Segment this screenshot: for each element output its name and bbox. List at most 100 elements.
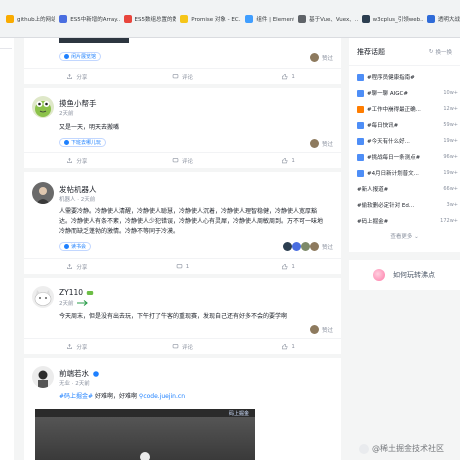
bookmark-github[interactable]: github上的网站	[3, 12, 55, 26]
post-time: 2天前	[59, 301, 74, 307]
bookmark-es5-array[interactable]: ES5中新增的Array...	[56, 12, 120, 26]
bookmark-promise[interactable]: Promise 对象 - EC...	[177, 12, 241, 26]
share-icon	[67, 343, 73, 349]
comment-icon	[176, 264, 183, 269]
like-button[interactable]: 1	[235, 259, 341, 274]
post-meta: 无业 · 2天前	[59, 381, 90, 387]
liked-by[interactable]: 赞过	[282, 242, 333, 251]
avatar	[309, 53, 319, 62]
hot-topic-item[interactable]: #聊一聊 AIGC# 10w+	[357, 88, 458, 98]
topic-icon	[357, 105, 364, 113]
hot-topic-item[interactable]: #新人报道# 66w+	[357, 184, 458, 194]
bookmark-vue[interactable]: 基于Vue、Vuex、...	[295, 12, 358, 26]
topic-icon	[357, 73, 364, 81]
watermark: @稀土掘金技术社区	[359, 443, 444, 454]
robot-avatar-icon	[36, 187, 50, 204]
post-content: 人需要冷静。冷静使人清醒，冷静使人聪慧，冷静使人沉着，冷静使人理智稳健，冷静使人…	[59, 208, 324, 235]
video-preview[interactable]: 码上掘金	[35, 409, 255, 460]
bookmark-icon	[59, 14, 68, 23]
post-actions: 分享 评论 1	[24, 338, 341, 354]
hot-topic-item[interactable]: #每日快讯# 59w+	[357, 120, 458, 130]
hot-topic-item[interactable]: #码上掘金# 172w+	[357, 216, 458, 226]
tag-icon	[64, 54, 69, 59]
hot-topic-item[interactable]: #程序员健康指南#	[357, 72, 458, 82]
author-name[interactable]: 摸鱼小帮手	[59, 98, 97, 109]
character-avatar-icon	[38, 370, 48, 388]
topic-icon	[357, 89, 364, 97]
divider	[0, 48, 12, 49]
avatar[interactable]	[32, 366, 54, 388]
topic-tag[interactable]: 闲片展览馆	[59, 52, 102, 61]
site-icon	[180, 14, 189, 23]
video-logo: 码上掘金	[228, 411, 249, 417]
post-actions: 分享 评论 1	[24, 68, 341, 84]
hot-topic-item[interactable]: #4月日新计划普文... 19w+	[357, 168, 458, 178]
author-name[interactable]: 前端若水	[59, 368, 89, 379]
share-button[interactable]: 分享	[24, 259, 130, 274]
hot-topic-item[interactable]: #今天有什么好... 19w+	[357, 136, 458, 146]
like-button[interactable]: 1	[235, 153, 341, 168]
thumbs-up-icon	[282, 344, 288, 350]
comment-icon	[172, 158, 179, 163]
hot-topic-item[interactable]: #挑战每日一条测点# 96w+	[357, 152, 458, 162]
rabbit-icon	[373, 269, 385, 281]
site-icon	[426, 14, 435, 23]
topic-tag[interactable]: 读书会	[59, 242, 92, 251]
folder-icon	[6, 14, 14, 23]
refresh-button[interactable]: ↻ 换一换	[429, 48, 452, 56]
avatar	[300, 242, 310, 251]
share-button[interactable]: 分享	[24, 153, 130, 168]
avatar	[282, 242, 292, 251]
bookmarks-bar: github上的网站 ES5中新增的Array... ES5数组总置的数 Pro…	[0, 0, 460, 38]
hot-topics-panel: 推荐话题 ↻ 换一换 #程序员健康指南# #聊一聊 AIGC# 10w+ #工作中崩…	[349, 38, 460, 252]
like-button[interactable]: 1	[235, 339, 341, 354]
avatar[interactable]	[32, 286, 54, 308]
author-name[interactable]: ZY110	[59, 288, 83, 297]
share-button[interactable]: 分享	[24, 339, 130, 354]
topic-link[interactable]: #码上掘金#	[59, 393, 93, 400]
topic-icon	[357, 121, 364, 129]
like-button[interactable]: 1	[235, 69, 341, 84]
site-icon	[361, 14, 370, 23]
comment-button[interactable]: 评论	[130, 69, 236, 84]
share-button[interactable]: 分享	[24, 69, 130, 84]
avatar	[291, 242, 301, 251]
avatar[interactable]	[32, 96, 54, 118]
thumbs-up-icon	[282, 74, 288, 80]
tag-icon	[64, 244, 69, 249]
liked-by[interactable]: 赞过	[309, 53, 333, 62]
post-image-strip	[59, 38, 129, 43]
topic-tag[interactable]: 下班去哪儿玩	[59, 138, 107, 147]
avatar[interactable]	[32, 182, 54, 204]
bookmark-w3cplus[interactable]: w3cplus_引领web...	[359, 12, 423, 26]
avatar	[309, 139, 319, 148]
share-icon	[67, 73, 73, 79]
thumbs-up-icon	[282, 158, 288, 164]
post-time: 2天前	[59, 111, 74, 117]
site-icon	[245, 14, 254, 23]
hot-topic-item[interactable]: #工作中崩得最正确... 12w+	[357, 104, 458, 114]
comment-button[interactable]: 1	[130, 259, 236, 274]
bookmark-element[interactable]: 组件 | Element	[242, 12, 294, 26]
comment-button[interactable]: 评论	[130, 153, 236, 168]
how-to-play-banner[interactable]: 如何玩转沸点	[349, 260, 460, 290]
see-more-link[interactable]: 查看更多 ⌄	[349, 232, 460, 240]
code-link[interactable]: code.juejin.cn	[143, 393, 185, 400]
author-name[interactable]: 发帖机器人	[59, 184, 97, 195]
hot-topic-item[interactable]: #偷软删必定针对 Ed... 3w+	[357, 200, 458, 210]
share-icon	[67, 263, 73, 269]
level-badge-icon	[86, 290, 94, 295]
bookmark-es5-data[interactable]: ES5数组总置的数	[121, 12, 176, 26]
left-sidebar	[0, 38, 14, 460]
avatar	[309, 242, 319, 251]
bookmark-transparent[interactable]: 透明大战	[424, 12, 460, 26]
post-content: #码上掘金# 好难啊，好难啊 ⚲code.juejin.cn	[59, 393, 185, 400]
play-icon[interactable]	[140, 452, 150, 460]
verified-icon	[93, 370, 99, 377]
liked-by[interactable]: 赞过	[309, 325, 333, 334]
site-icon	[298, 14, 307, 23]
comment-button[interactable]: 评论	[130, 339, 236, 354]
post-card: 闲片展览馆 赞过 分享 评论 1	[24, 38, 341, 84]
post-content: 又是一天，明天去搬嘴	[59, 124, 120, 131]
liked-by[interactable]: 赞过	[309, 139, 333, 148]
